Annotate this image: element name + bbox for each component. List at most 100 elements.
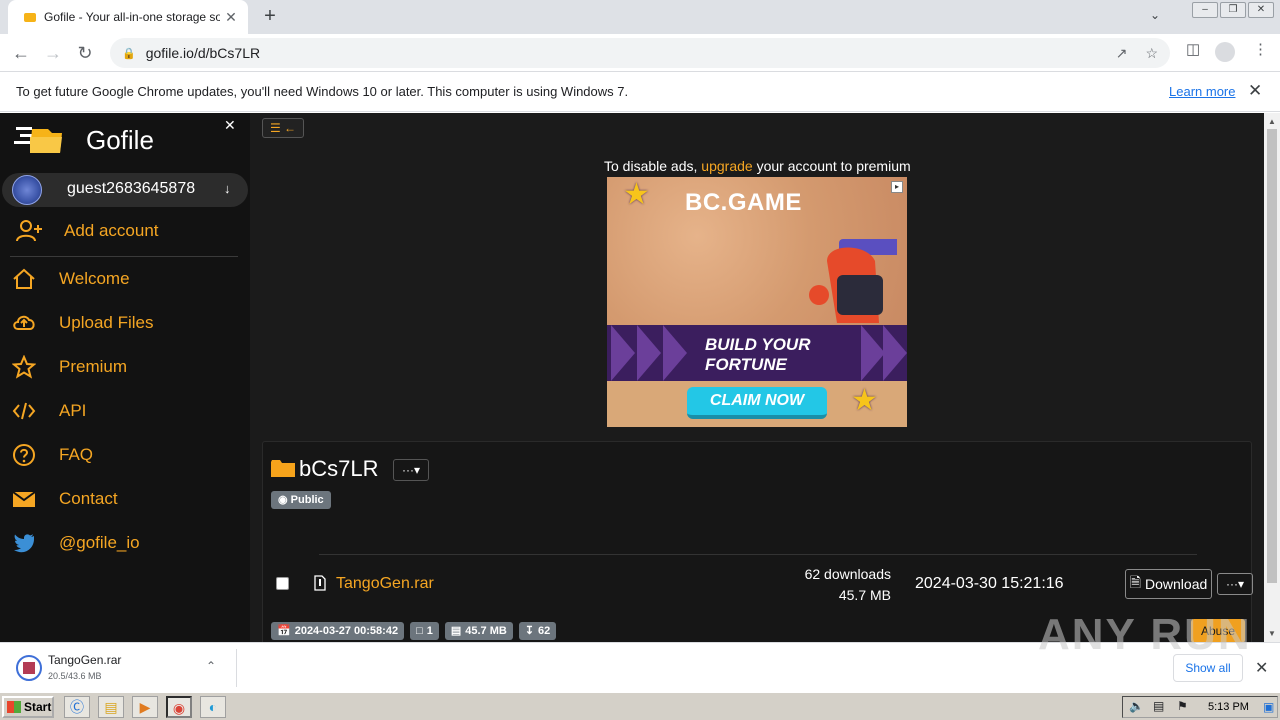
side-panel-icon[interactable]: ◫ [1186, 40, 1200, 58]
download-file-name[interactable]: TangoGen.rar [48, 653, 121, 667]
taskbar-clock[interactable]: 5:13 PM [1208, 701, 1249, 713]
edge-icon[interactable]: ◐ [200, 696, 226, 718]
chrome-update-infobar: To get future Google Chrome updates, you… [0, 72, 1280, 112]
chrome-icon[interactable]: ◉ [166, 696, 192, 718]
forward-arrow-icon[interactable]: → [42, 42, 64, 64]
window-controls: – ❐ ✕ [1190, 2, 1274, 18]
restore-icon[interactable]: ❐ [1220, 2, 1246, 18]
sidebar-item-label: FAQ [59, 445, 94, 464]
ad-choices-icon[interactable]: ▸ [891, 181, 903, 193]
network-icon[interactable]: ▤ [1153, 699, 1164, 713]
file-date: 2024-03-30 15:21:16 [915, 575, 1064, 592]
learn-more-link[interactable]: Learn more [1169, 84, 1235, 99]
account-selector[interactable]: guest2683645878 ↓ [2, 173, 248, 207]
question-icon [13, 444, 35, 466]
hard-drive-icon: ▤ [450, 625, 462, 637]
shelf-close-icon[interactable]: ✕ [1255, 658, 1268, 678]
ad-headline-line: FORTUNE [705, 355, 787, 374]
ad-headline: BUILD YOUR FORTUNE [705, 335, 810, 375]
download-button[interactable]: 🗎 Download [1125, 569, 1212, 599]
sidebar-item-twitter[interactable]: @gofile_io [12, 531, 140, 555]
ad-star-icon: ★ [851, 384, 878, 417]
user-plus-icon [16, 220, 42, 242]
sidebar-item-label: Welcome [59, 269, 130, 288]
internet-explorer-icon[interactable]: Ⓒ [64, 696, 90, 718]
twitter-icon [14, 534, 34, 553]
total-size: 45.7 MB [465, 625, 507, 637]
created-date-badge: 📅 2024-03-27 00:58:42 [271, 622, 405, 640]
ad-cta-button[interactable]: CLAIM NOW [687, 387, 827, 419]
minimize-icon[interactable]: – [1192, 2, 1218, 18]
show-desktop-icon[interactable]: ▣ [1263, 700, 1274, 714]
new-tab-button[interactable]: + [258, 4, 282, 28]
sidebar-item-faq[interactable]: FAQ [12, 443, 93, 467]
winrar-file-icon [16, 655, 42, 681]
chevron-up-icon[interactable]: ⌃ [206, 659, 216, 673]
file-downloads: 62 downloads [804, 566, 891, 582]
profile-avatar-icon[interactable] [1215, 42, 1235, 62]
envelope-icon [12, 491, 36, 507]
sidebar-item-welcome[interactable]: Welcome [12, 267, 130, 291]
file-count-badge: □ 1 [410, 622, 439, 640]
lock-icon[interactable]: 🔒 [122, 47, 136, 60]
window-close-icon[interactable]: ✕ [1248, 2, 1274, 18]
sidebar: Gofile ✕ guest2683645878 ↓ Add account W… [0, 113, 250, 642]
file-icon: □ [416, 625, 423, 637]
file-checkbox[interactable] [276, 577, 289, 590]
sidebar-item-contact[interactable]: Contact [12, 487, 118, 511]
action-center-flag-icon[interactable]: ⚑ [1177, 699, 1188, 713]
back-arrow-icon[interactable]: ← [10, 42, 32, 64]
file-archive-icon [314, 575, 326, 591]
share-icon[interactable]: ↗ [1116, 45, 1128, 62]
ad-chevron [883, 325, 907, 381]
folder-icon [271, 460, 295, 477]
calendar-icon: 📅 [277, 625, 291, 637]
ad-mascot-image [809, 239, 897, 323]
scrollbar-thumb[interactable] [1267, 129, 1277, 583]
download-label: Download [1145, 576, 1208, 592]
sidebar-item-upload-files[interactable]: Upload Files [12, 311, 154, 335]
sidebar-item-label: @gofile_io [59, 533, 140, 552]
upgrade-link[interactable]: upgrade [701, 158, 752, 174]
chrome-menu-icon[interactable]: ⋮ [1253, 40, 1268, 58]
media-player-icon[interactable]: ▶ [132, 696, 158, 718]
ad-chevron [861, 325, 885, 381]
browser-toolbar: ← → ↻ 🔒 gofile.io/d/bCs7LR ↗ ☆ [0, 34, 1280, 72]
close-tab-icon[interactable]: ✕ [224, 9, 238, 26]
sidebar-item-api[interactable]: API [12, 399, 86, 423]
page-scrollbar[interactable]: ▲ ▼ [1264, 113, 1280, 642]
start-button[interactable]: Start [2, 696, 54, 718]
browser-tab[interactable]: Gofile - Your all-in-one storage solutio… [8, 0, 248, 34]
folder-menu-button[interactable]: ···▾ [393, 459, 429, 481]
file-name-link[interactable]: TangoGen.rar [336, 575, 434, 593]
ad-brand: BC.GAME [685, 189, 802, 216]
address-bar[interactable]: 🔒 gofile.io/d/bCs7LR ↗ ☆ [110, 38, 1170, 68]
shelf-separator [236, 649, 237, 687]
bookmark-star-icon[interactable]: ☆ [1145, 45, 1158, 62]
volume-icon[interactable]: 🔈 [1129, 699, 1144, 713]
url-text[interactable]: gofile.io/d/bCs7LR [146, 45, 260, 61]
infobar-close-icon[interactable]: ✕ [1248, 81, 1262, 101]
sidebar-item-premium[interactable]: Premium [12, 355, 127, 379]
system-tray: 🔈 ▤ ⚑ ▣ [1122, 696, 1278, 718]
start-label: Start [24, 700, 52, 714]
tab-title: Gofile - Your all-in-one storage solutio… [44, 10, 220, 24]
windows-logo-icon [7, 701, 21, 713]
ad-chevron [611, 325, 635, 381]
sidebar-toggle-button[interactable]: ☰ ← [262, 118, 304, 138]
folder-stats: 📅 2024-03-27 00:58:42 □ 1 ▤ 45.7 MB ↧ 62 [271, 622, 557, 640]
tab-search-chevron-icon[interactable]: ⌄ [1150, 8, 1160, 22]
infobar-message: To get future Google Chrome updates, you… [16, 84, 629, 99]
file-explorer-icon[interactable]: ▤ [98, 696, 124, 718]
sidebar-close-icon[interactable]: ✕ [224, 117, 236, 134]
scroll-down-icon[interactable]: ▼ [1268, 629, 1276, 638]
reload-icon[interactable]: ↻ [74, 42, 96, 64]
eye-icon: ◉ [278, 494, 288, 506]
visibility-label: Public [290, 494, 324, 506]
ad-banner[interactable]: BC.GAME ★ BUILD YOUR FORTUNE CLAIM NOW ★… [607, 177, 907, 427]
visibility-badge: ◉ Public [271, 491, 331, 509]
file-menu-button[interactable]: ···▾ [1217, 573, 1253, 595]
main-content: ☰ ← To disable ads, upgrade your account… [250, 113, 1264, 642]
scroll-up-icon[interactable]: ▲ [1268, 117, 1276, 126]
add-account-button[interactable]: Add account [16, 219, 159, 243]
